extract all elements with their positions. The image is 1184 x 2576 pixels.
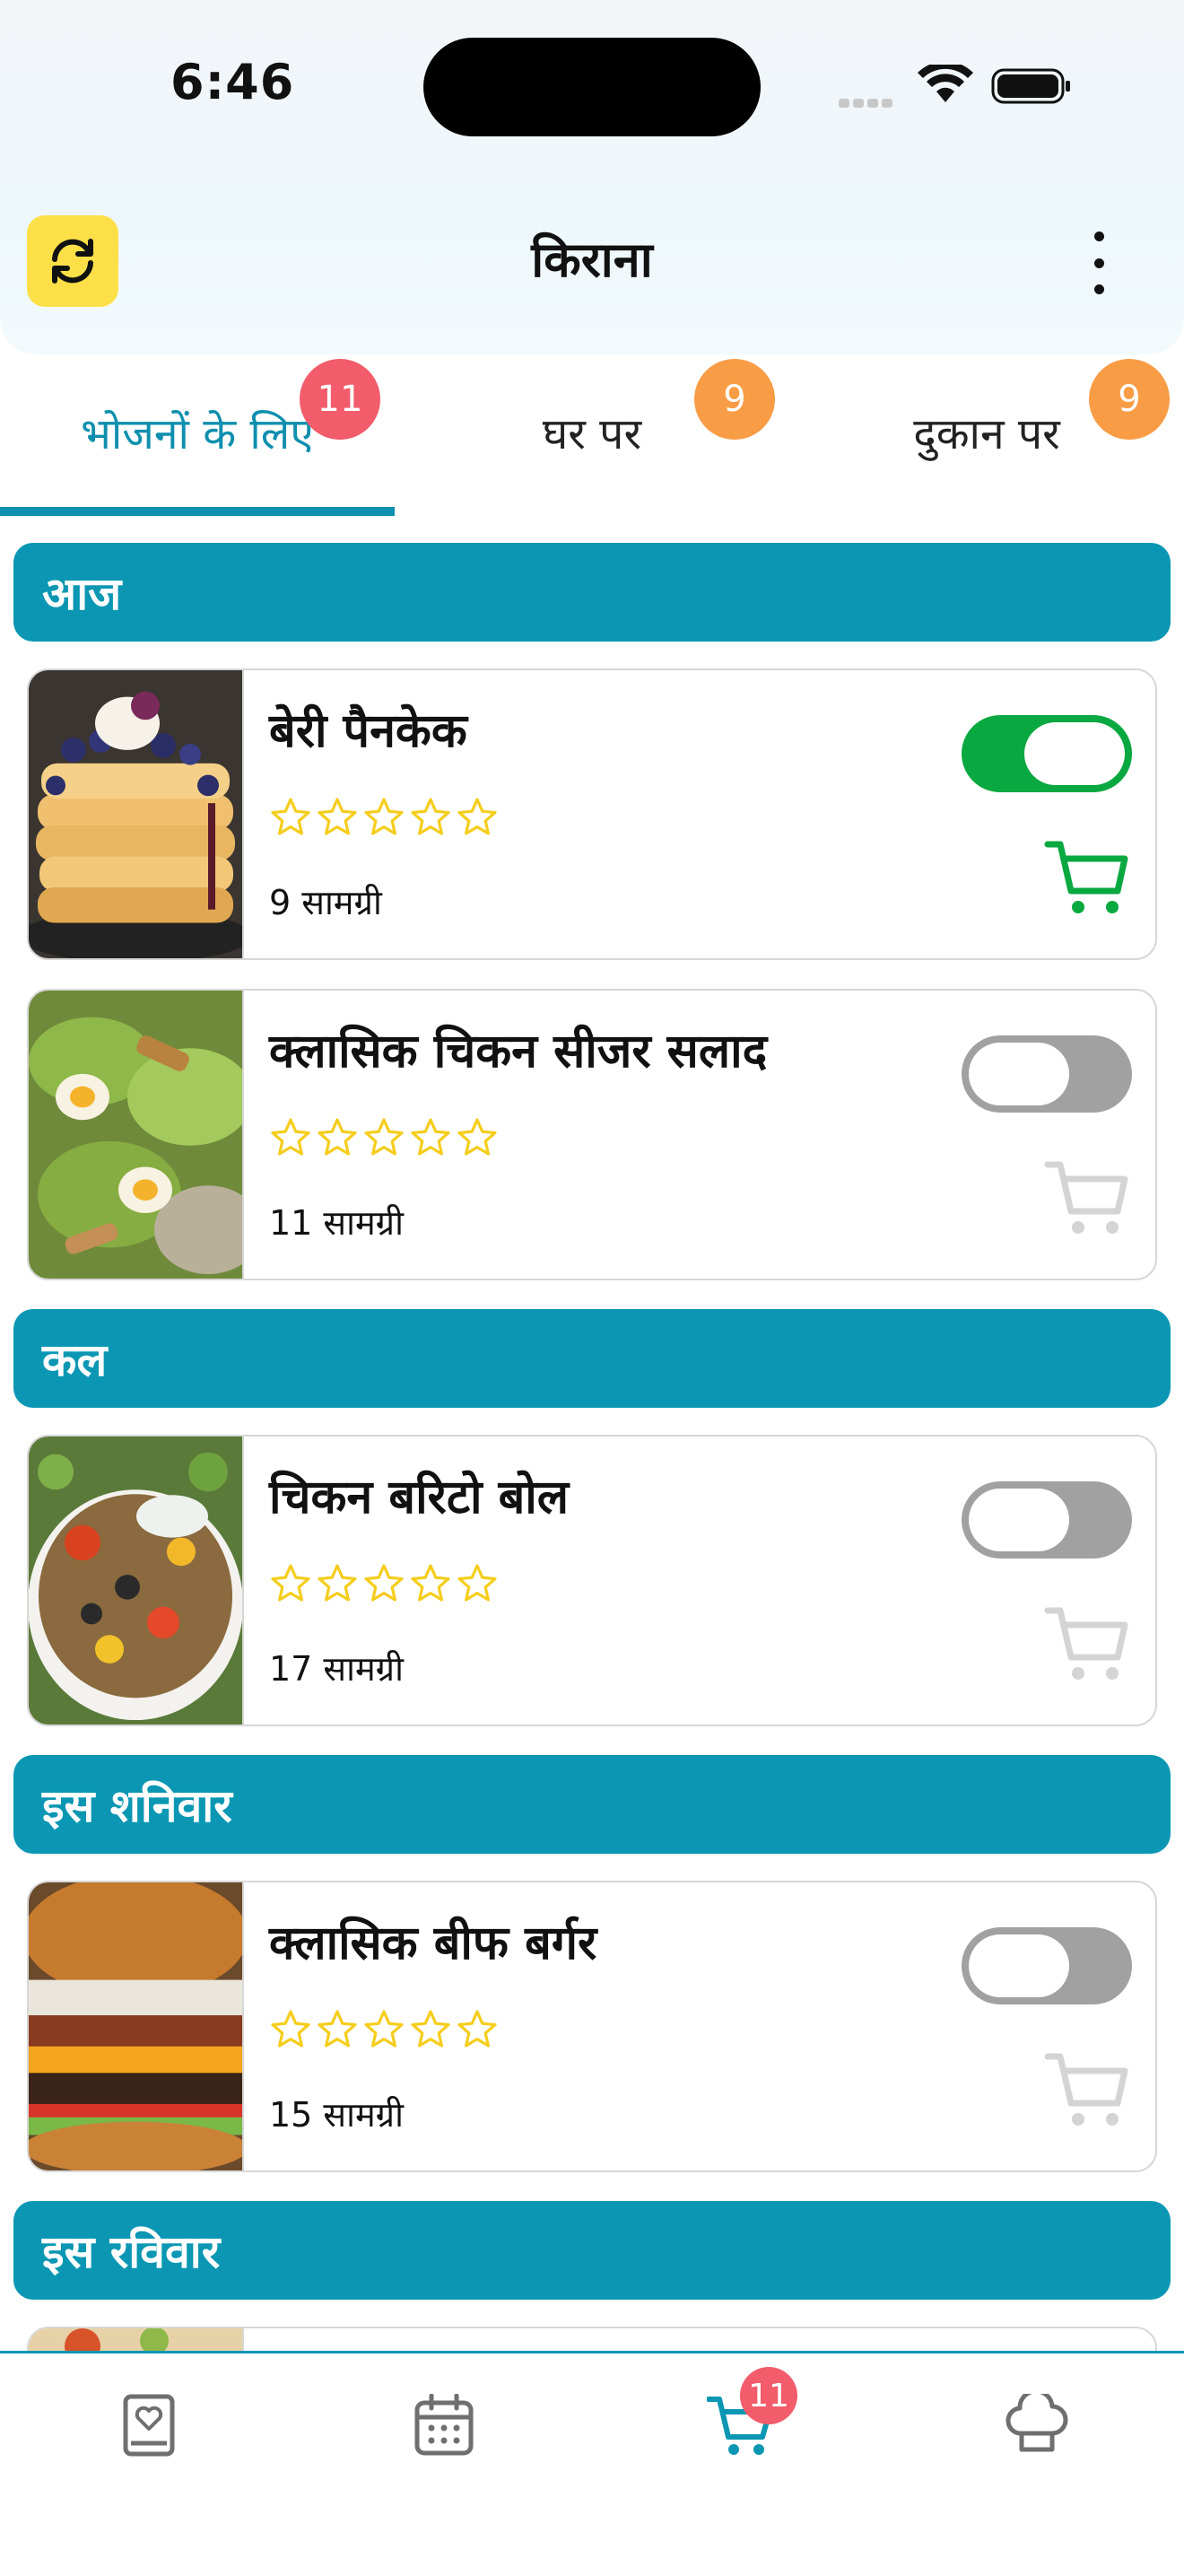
tab-badge: 9 [1089, 359, 1170, 440]
tab-for-meals[interactable]: भोजनों के लिए 11 [0, 359, 395, 516]
more-options-button[interactable] [1076, 231, 1121, 294]
more-icon-dot [1093, 258, 1104, 268]
star-icon[interactable] [362, 796, 405, 839]
star-icon[interactable] [316, 1562, 359, 1605]
cart-icon[interactable] [1042, 832, 1132, 921]
page-title: किराना [531, 231, 653, 288]
tab-label: दुकान पर [913, 409, 1060, 459]
cart-icon[interactable] [1042, 1152, 1132, 1242]
tab-label: घर पर [542, 409, 642, 459]
toggle-knob [969, 1934, 1069, 1997]
recipe-name: क्लासिक चिकन सीजर सलाद [269, 1025, 768, 1078]
meal-list[interactable]: आज बेरी पैनकेक 9 सामग्री क्लासिक चिकन सी… [0, 543, 1184, 2351]
recipe-thumbnail [29, 1882, 244, 2170]
rating-stars[interactable] [269, 1116, 502, 1166]
signal-icon [839, 94, 896, 111]
ingredient-count: 9 सामग्री [269, 883, 382, 922]
star-icon[interactable] [362, 1562, 405, 1605]
star-icon[interactable] [409, 796, 452, 839]
star-icon[interactable] [362, 2008, 405, 2051]
recipe-card[interactable] [27, 2327, 1157, 2351]
cart-badge: 11 [740, 2367, 797, 2424]
recipe-card[interactable]: क्लासिक बीफ बर्गर 15 सामग्री [27, 1881, 1157, 2172]
ingredient-count: 11 सामग्री [269, 1203, 404, 1243]
add-to-cart-toggle[interactable] [962, 715, 1132, 792]
rating-stars[interactable] [269, 2008, 502, 2058]
recipe-thumbnail [29, 670, 244, 958]
wifi-icon [918, 65, 973, 102]
bottom-nav: 11 [0, 2351, 1184, 2576]
star-icon[interactable] [269, 1562, 312, 1605]
more-icon-dot [1093, 231, 1104, 241]
nav-chef[interactable] [1001, 2389, 1073, 2461]
rating-stars[interactable] [269, 1562, 502, 1612]
tab-label: भोजनों के लिए [81, 409, 314, 459]
calendar-icon [414, 2394, 474, 2456]
status-bar: 6:46 [0, 0, 1184, 179]
app-header: किराना [0, 206, 1184, 314]
nav-recipes[interactable] [113, 2389, 185, 2461]
star-icon[interactable] [456, 2008, 499, 2051]
recipe-thumbnail [29, 991, 244, 1279]
day-header: आज [13, 543, 1171, 642]
tab-at-store[interactable]: दुकान पर 9 [789, 359, 1184, 516]
star-icon[interactable] [316, 796, 359, 839]
add-to-cart-toggle[interactable] [962, 1927, 1132, 2004]
day-header: इस शनिवार [13, 1755, 1171, 1854]
ingredient-count: 17 सामग्री [269, 1649, 404, 1689]
toggle-knob [969, 1489, 1069, 1551]
recipe-name: चिकन बरिटो बोल [269, 1471, 570, 1524]
tab-badge: 9 [694, 359, 775, 440]
star-icon[interactable] [362, 1116, 405, 1159]
recipe-card[interactable]: चिकन बरिटो बोल 17 सामग्री [27, 1435, 1157, 1726]
star-icon[interactable] [409, 2008, 452, 2051]
star-icon[interactable] [456, 1116, 499, 1159]
battery-icon [991, 68, 1070, 104]
tab-at-home[interactable]: घर पर 9 [395, 359, 789, 516]
toggle-knob [1024, 722, 1125, 785]
active-tab-indicator [0, 507, 395, 516]
add-to-cart-toggle[interactable] [962, 1035, 1132, 1113]
tab-bar: भोजनों के लिए 11 घर पर 9 दुकान पर 9 [0, 359, 1184, 516]
ingredient-count: 15 सामग्री [269, 2095, 404, 2135]
dynamic-island [423, 38, 761, 136]
status-time: 6:46 [170, 54, 295, 110]
recipe-card[interactable]: बेरी पैनकेक 9 सामग्री [27, 668, 1157, 960]
recipe-thumbnail [29, 2328, 244, 2351]
more-icon-dot [1093, 284, 1104, 294]
star-icon[interactable] [269, 796, 312, 839]
recipe-thumbnail [29, 1436, 244, 1725]
star-icon[interactable] [409, 1562, 452, 1605]
nav-calendar[interactable] [408, 2389, 480, 2461]
toggle-knob [969, 1043, 1069, 1105]
recipe-name: क्लासिक बीफ बर्गर [269, 1917, 597, 1970]
day-header: इस रविवार [13, 2201, 1171, 2300]
cart-icon[interactable] [1042, 1598, 1132, 1688]
star-icon[interactable] [456, 1562, 499, 1605]
recipe-name: बेरी पैनकेक [269, 704, 467, 758]
star-icon[interactable] [269, 2008, 312, 2051]
star-icon[interactable] [316, 2008, 359, 2051]
star-icon[interactable] [316, 1116, 359, 1159]
cart-icon[interactable] [1042, 2044, 1132, 2134]
day-header: कल [13, 1309, 1171, 1408]
rating-stars[interactable] [269, 796, 502, 846]
add-to-cart-toggle[interactable] [962, 1481, 1132, 1559]
chef-hat-icon [1006, 2394, 1068, 2452]
recipe-book-icon [123, 2394, 175, 2457]
star-icon[interactable] [269, 1116, 312, 1159]
star-icon[interactable] [409, 1116, 452, 1159]
recipe-card[interactable]: क्लासिक चिकन सीजर सलाद 11 सामग्री [27, 989, 1157, 1280]
star-icon[interactable] [456, 796, 499, 839]
tab-badge: 11 [300, 359, 380, 440]
